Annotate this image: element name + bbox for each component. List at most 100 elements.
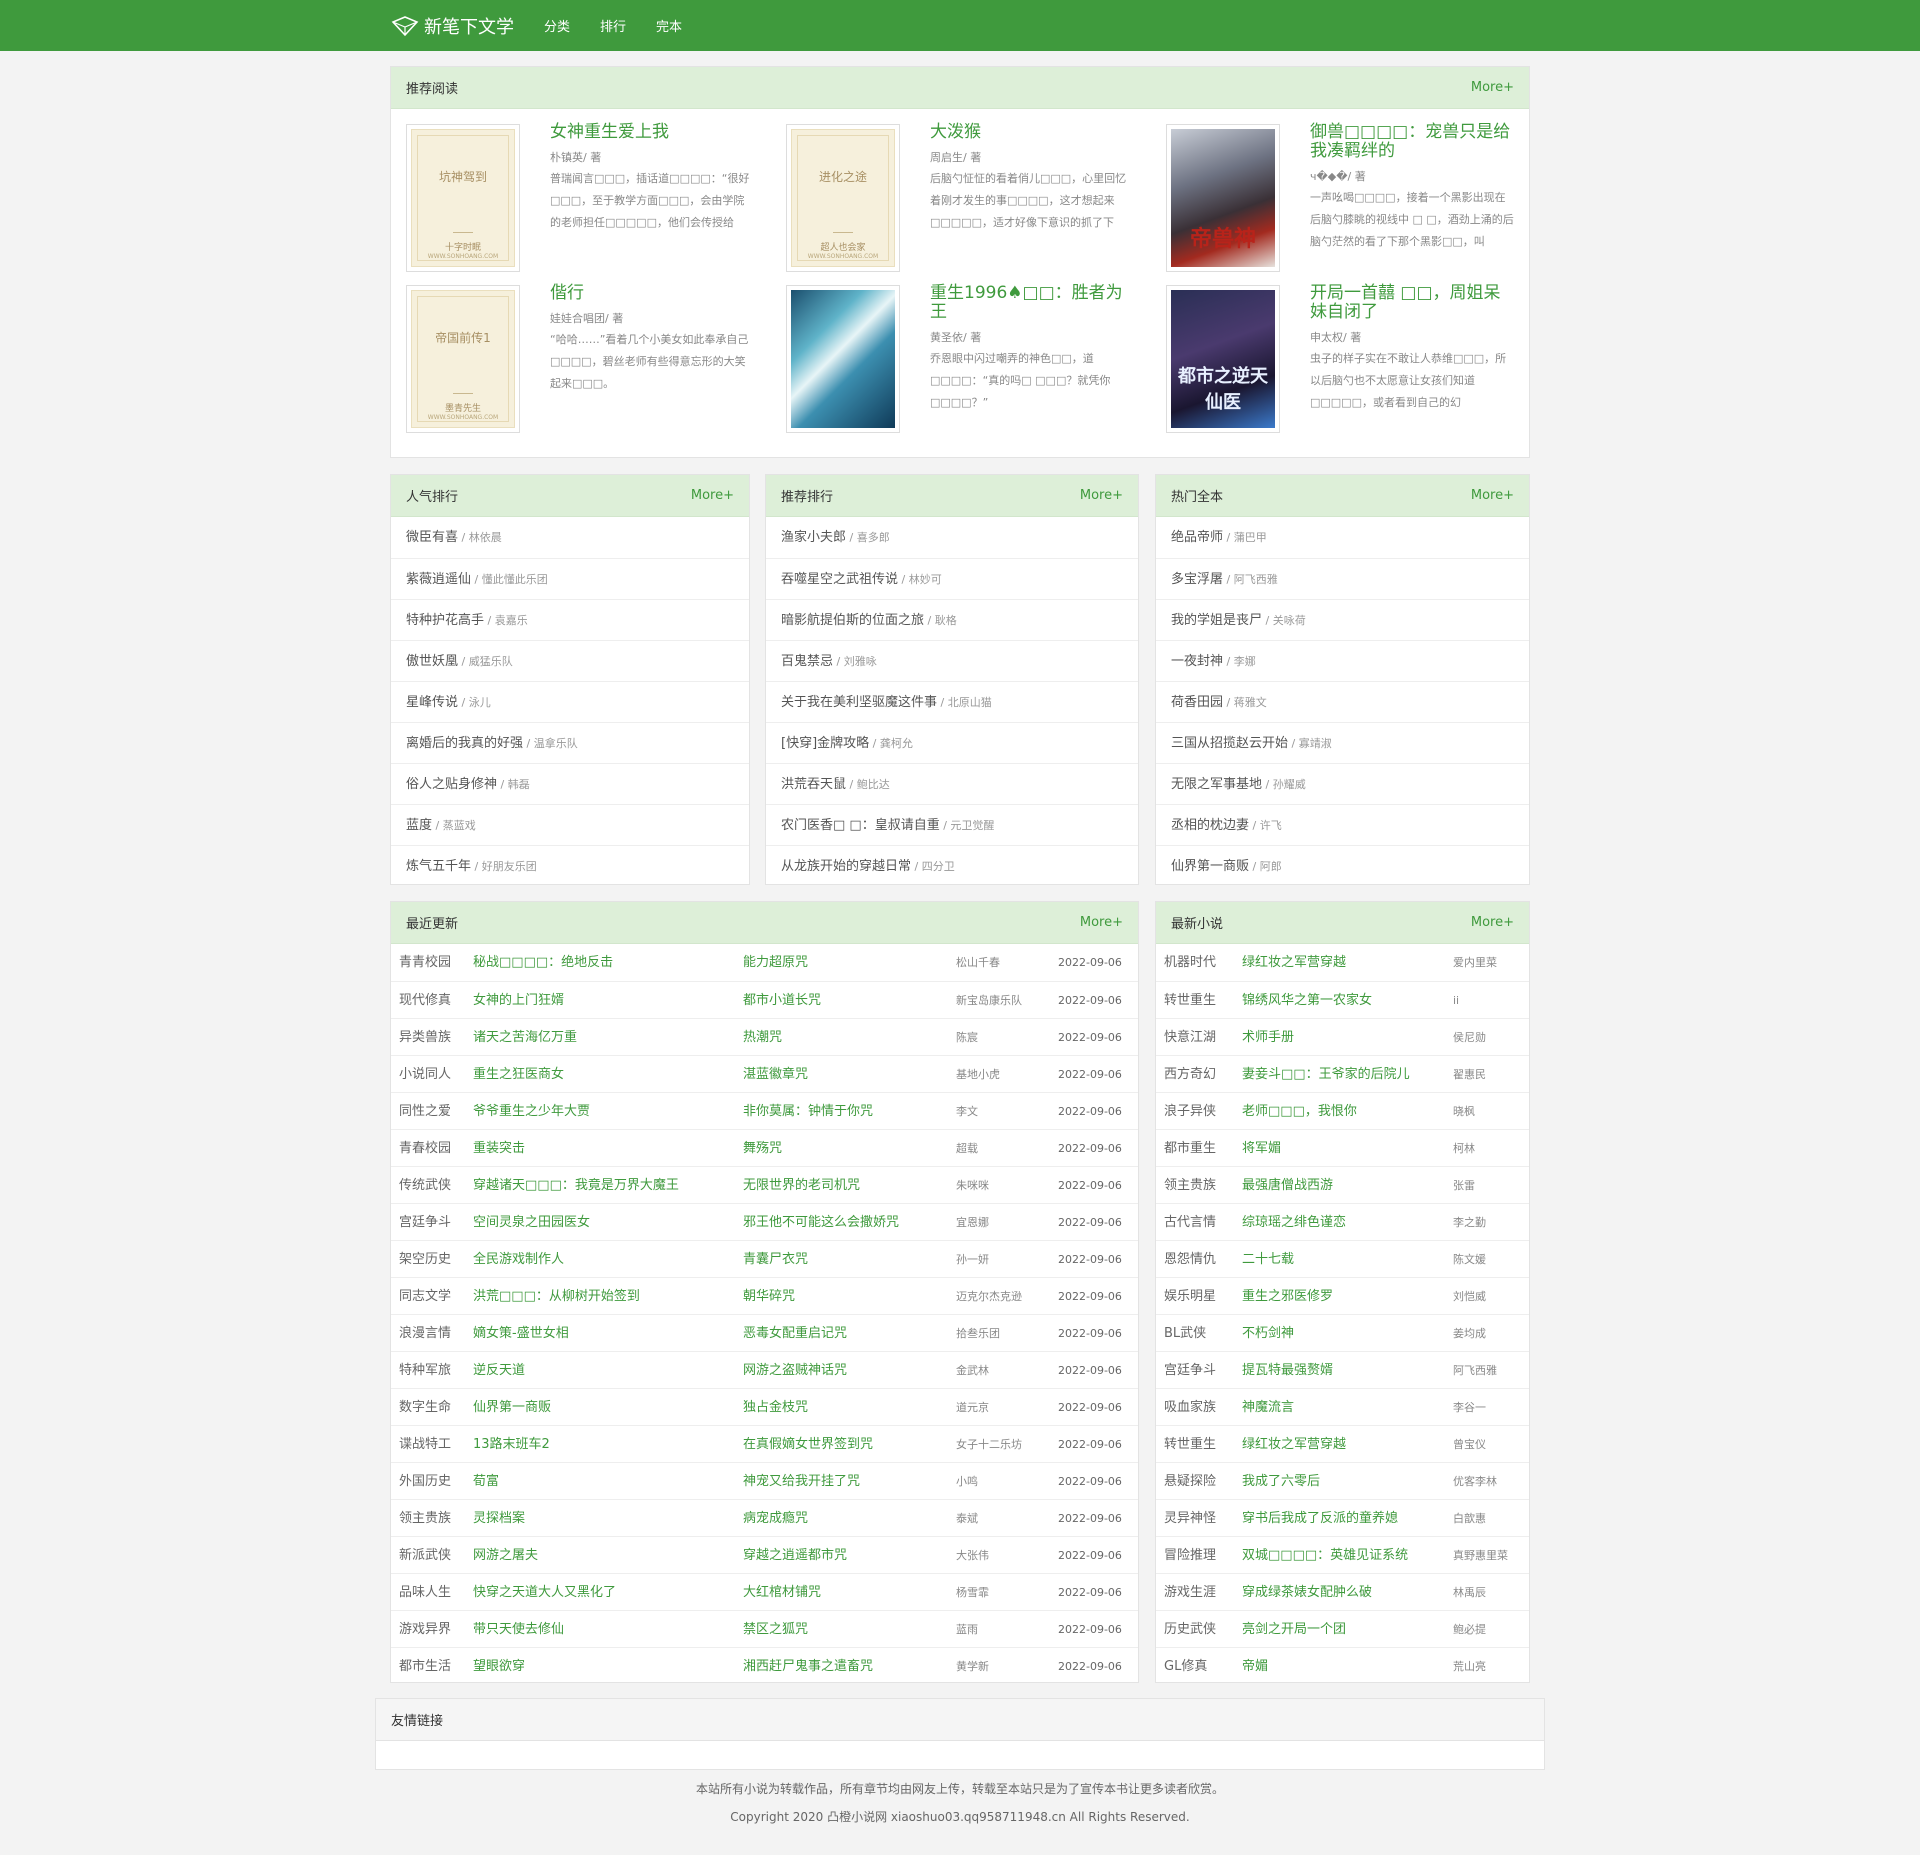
row-chapter[interactable]: 非你莫属：钟情于你咒 xyxy=(743,1093,943,1130)
item-title[interactable]: 特种护花高手 xyxy=(406,613,484,628)
row-book-title[interactable]: 网游之屠夫 xyxy=(473,1537,728,1574)
item-title[interactable]: 农门医香□ □：皇叔请自重 xyxy=(781,818,940,833)
row-category[interactable]: 浪漫言情 xyxy=(399,1315,451,1352)
list-item[interactable]: 吞噬星空之武祖传说 / 林妙可 xyxy=(766,558,1138,599)
list-item[interactable]: [快穿]金牌攻略 / 龚柯允 xyxy=(766,722,1138,763)
row-book-title[interactable]: 最强唐僧战西游 xyxy=(1242,1167,1447,1204)
row-book-title[interactable]: 逆反天道 xyxy=(473,1352,728,1389)
row-category[interactable]: 历史武侠 xyxy=(1164,1611,1216,1648)
item-title[interactable]: 百鬼禁忌 xyxy=(781,654,833,669)
row-book-title[interactable]: 洪荒□□□：从柳树开始签到 xyxy=(473,1278,728,1315)
row-category[interactable]: 宫廷争斗 xyxy=(399,1204,451,1241)
book-cover[interactable] xyxy=(786,285,900,433)
row-book-title[interactable]: 重生之邪医修罗 xyxy=(1242,1278,1447,1315)
row-chapter[interactable]: 湛蓝徽章咒 xyxy=(743,1056,943,1093)
row-category[interactable]: 领主贵族 xyxy=(399,1500,451,1537)
row-category[interactable]: 数字生命 xyxy=(399,1389,451,1426)
list-item[interactable]: 傲世妖凰 / 威猛乐队 xyxy=(391,640,749,681)
list-item[interactable]: 微臣有喜 / 林依晨 xyxy=(391,517,749,558)
list-item[interactable]: 仙界第一商贩 / 阿郎 xyxy=(1156,845,1529,884)
book-title[interactable]: 女神重生爱上我 xyxy=(550,122,669,142)
row-chapter[interactable]: 热潮咒 xyxy=(743,1019,943,1056)
row-book-title[interactable]: 带只天使去修仙 xyxy=(473,1611,728,1648)
row-book-title[interactable]: 荀富 xyxy=(473,1463,728,1500)
row-category[interactable]: 浪子异侠 xyxy=(1164,1093,1216,1130)
row-book-title[interactable]: 嫡女策-盛世女相 xyxy=(473,1315,728,1352)
row-category[interactable]: 游戏生涯 xyxy=(1164,1574,1216,1611)
row-book-title[interactable]: 空间灵泉之田园医女 xyxy=(473,1204,728,1241)
book-title[interactable]: 开局一首囍 □□，周姐呆妹自闭了 xyxy=(1310,283,1501,322)
nav-link-complete[interactable]: 完本 xyxy=(656,16,682,35)
row-category[interactable]: 转世重生 xyxy=(1164,1426,1216,1463)
row-book-title[interactable]: 灵探档案 xyxy=(473,1500,728,1537)
list-item[interactable]: 无限之军事基地 / 孙耀威 xyxy=(1156,763,1529,804)
row-book-title[interactable]: 望眼欲穿 xyxy=(473,1648,728,1682)
row-category[interactable]: 游戏异界 xyxy=(399,1611,451,1648)
item-title[interactable]: 一夜封神 xyxy=(1171,654,1223,669)
row-book-title[interactable]: 诸天之苦海亿万重 xyxy=(473,1019,728,1056)
row-category[interactable]: 吸血家族 xyxy=(1164,1389,1216,1426)
row-category[interactable]: 谍战特工 xyxy=(399,1426,451,1463)
row-category[interactable]: 都市生活 xyxy=(399,1648,451,1682)
row-book-title[interactable]: 锦绣风华之第一农家女 xyxy=(1242,982,1447,1019)
list-item[interactable]: 星峰传说 / 泳儿 xyxy=(391,681,749,722)
recent-updates-more-link[interactable]: More+ xyxy=(1080,915,1123,930)
row-category[interactable]: 小说同人 xyxy=(399,1056,451,1093)
item-title[interactable]: 从龙族开始的穿越日常 xyxy=(781,859,911,874)
row-book-title[interactable]: 穿成绿茶婊女配肿么破 xyxy=(1242,1574,1447,1611)
list-item[interactable]: 俗人之贴身修神 / 韩磊 xyxy=(391,763,749,804)
row-chapter[interactable]: 舞殇咒 xyxy=(743,1130,943,1167)
list-item[interactable]: 绝品帝师 / 蒲巴甲 xyxy=(1156,517,1529,558)
item-title[interactable]: 星峰传说 xyxy=(406,695,458,710)
row-category[interactable]: 品味人生 xyxy=(399,1574,451,1611)
row-chapter[interactable]: 无限世界的老司机咒 xyxy=(743,1167,943,1204)
list-item[interactable]: 关于我在美利坚驱魔这件事 / 北原山猫 xyxy=(766,681,1138,722)
row-category[interactable]: 冒险推理 xyxy=(1164,1537,1216,1574)
item-title[interactable]: 仙界第一商贩 xyxy=(1171,859,1249,874)
list-item[interactable]: 多宝浮屠 / 阿飞西雅 xyxy=(1156,558,1529,599)
row-category[interactable]: 机器时代 xyxy=(1164,944,1216,981)
row-category[interactable]: 青春校园 xyxy=(399,1130,451,1167)
row-book-title[interactable]: 绿红妆之军营穿越 xyxy=(1242,1426,1447,1463)
row-category[interactable]: 古代言情 xyxy=(1164,1204,1216,1241)
row-book-title[interactable]: 双城□□□□：英雄见证系统 xyxy=(1242,1537,1447,1574)
item-title[interactable]: 傲世妖凰 xyxy=(406,654,458,669)
row-chapter[interactable]: 病宠成瘾咒 xyxy=(743,1500,943,1537)
row-category[interactable]: BL武侠 xyxy=(1164,1315,1206,1352)
row-book-title[interactable]: 亮剑之开局一个团 xyxy=(1242,1611,1447,1648)
item-title[interactable]: 无限之军事基地 xyxy=(1171,777,1262,792)
row-chapter[interactable]: 在真假嫡女世界签到咒 xyxy=(743,1426,943,1463)
row-category[interactable]: 外国历史 xyxy=(399,1463,451,1500)
book-cover[interactable]: 坑神驾到 十字时眠 WWW.SONHOANG.COM xyxy=(406,124,520,272)
row-chapter[interactable]: 湘西赶尸鬼事之遣畜咒 xyxy=(743,1648,943,1682)
book-cover[interactable]: 进化之途 超人也会家 WWW.SONHOANG.COM xyxy=(786,124,900,272)
nav-link-category[interactable]: 分类 xyxy=(544,16,570,35)
list-item[interactable]: 特种护花高手 / 袁嘉乐 xyxy=(391,599,749,640)
book-title[interactable]: 偕行 xyxy=(550,283,584,303)
row-category[interactable]: 快意江湖 xyxy=(1164,1019,1216,1056)
row-book-title[interactable]: 女神的上门狂婿 xyxy=(473,982,728,1019)
row-chapter[interactable]: 禁区之狐咒 xyxy=(743,1611,943,1648)
row-book-title[interactable]: 仙界第一商贩 xyxy=(473,1389,728,1426)
item-title[interactable]: 我的学姐是丧尸 xyxy=(1171,613,1262,628)
row-book-title[interactable]: 穿越诸天□□□：我竟是万界大魔王 xyxy=(473,1167,728,1204)
book-cover[interactable]: 都市之逆天仙医 xyxy=(1166,285,1280,433)
row-book-title[interactable]: 妻妾斗□□：王爷家的后院儿 xyxy=(1242,1056,1447,1093)
item-title[interactable]: [快穿]金牌攻略 xyxy=(781,736,869,751)
item-title[interactable]: 绝品帝师 xyxy=(1171,530,1223,545)
row-book-title[interactable]: 帝媚 xyxy=(1242,1648,1447,1682)
row-book-title[interactable]: 快穿之天道大人又黑化了 xyxy=(473,1574,728,1611)
list-item[interactable]: 蓝度 / 蒸蓝戏 xyxy=(391,804,749,845)
row-book-title[interactable]: 全民游戏制作人 xyxy=(473,1241,728,1278)
list-item[interactable]: 百鬼禁忌 / 刘雅咏 xyxy=(766,640,1138,681)
item-title[interactable]: 多宝浮屠 xyxy=(1171,572,1223,587)
list-item[interactable]: 离婚后的我真的好强 / 温拿乐队 xyxy=(391,722,749,763)
row-book-title[interactable]: 提瓦特最强赘婿 xyxy=(1242,1352,1447,1389)
row-category[interactable]: 领主贵族 xyxy=(1164,1167,1216,1204)
row-book-title[interactable]: 综琼瑶之绯色谨恋 xyxy=(1242,1204,1447,1241)
list-item[interactable]: 农门医香□ □：皇叔请自重 / 元卫觉醒 xyxy=(766,804,1138,845)
row-category[interactable]: 异类兽族 xyxy=(399,1019,451,1056)
row-chapter[interactable]: 神宠又给我开挂了咒 xyxy=(743,1463,943,1500)
row-chapter[interactable]: 恶毒女配重启记咒 xyxy=(743,1315,943,1352)
row-category[interactable]: 青青校园 xyxy=(399,944,451,981)
